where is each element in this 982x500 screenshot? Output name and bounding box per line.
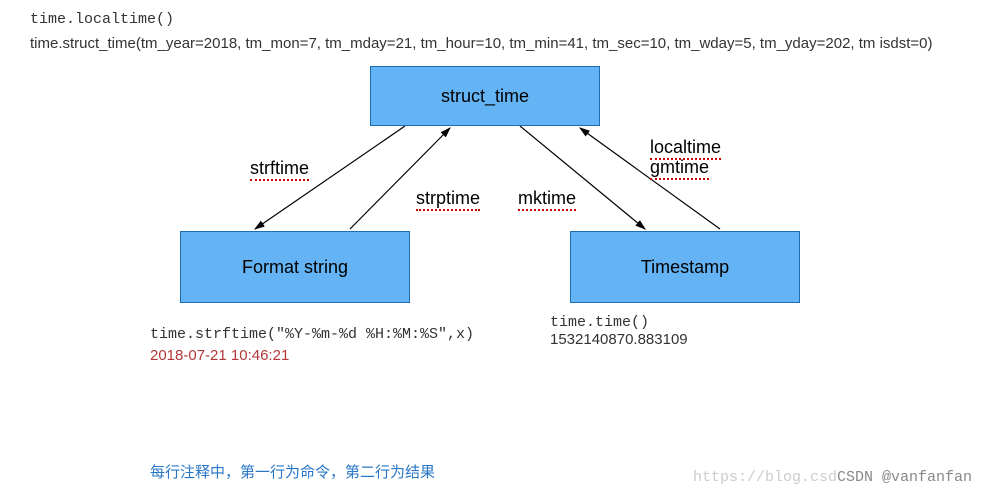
edge-label: strptime xyxy=(416,188,480,211)
watermark-url: https://blog.csd xyxy=(693,469,837,486)
edge-mktime: mktime xyxy=(518,188,576,209)
node-struct-time: struct_time xyxy=(370,66,600,126)
example-format-string: time.strftime("%Y-%m-%d %H:%M:%S",x) 201… xyxy=(150,326,474,364)
edge-localtime-gmtime: localtime gmtime xyxy=(650,138,721,178)
node-format-string: Format string xyxy=(180,231,410,303)
edge-label-gmtime: gmtime xyxy=(650,157,709,180)
code-output: time.struct_time(tm_year=2018, tm_mon=7,… xyxy=(30,32,952,56)
node-timestamp: Timestamp xyxy=(570,231,800,303)
watermark: https://blog.csdCSDN @vanfanfan xyxy=(693,469,972,486)
footnote: 每行注释中，第一行为命令，第二行为结果 xyxy=(150,461,435,482)
edge-strptime: strptime xyxy=(416,188,480,209)
example-result: 2018-07-21 10:46:21 xyxy=(150,347,474,364)
time-module-diagram: struct_time Format string Timestamp strf… xyxy=(120,66,900,406)
edge-strftime: strftime xyxy=(250,158,309,179)
example-result: 1532140870.883109 xyxy=(550,331,688,348)
code-input: time.localtime() xyxy=(30,8,952,32)
watermark-attribution: CSDN @vanfanfan xyxy=(837,469,972,486)
edge-label: mktime xyxy=(518,188,576,211)
header-block: time.localtime() time.struct_time(tm_yea… xyxy=(0,0,982,56)
example-code: time.strftime("%Y-%m-%d %H:%M:%S",x) xyxy=(150,326,474,343)
edge-label: strftime xyxy=(250,158,309,181)
example-code: time.time() xyxy=(550,314,688,331)
node-label: Timestamp xyxy=(641,257,729,278)
node-label: struct_time xyxy=(441,86,529,107)
node-label: Format string xyxy=(242,257,348,278)
example-timestamp: time.time() 1532140870.883109 xyxy=(550,314,688,348)
